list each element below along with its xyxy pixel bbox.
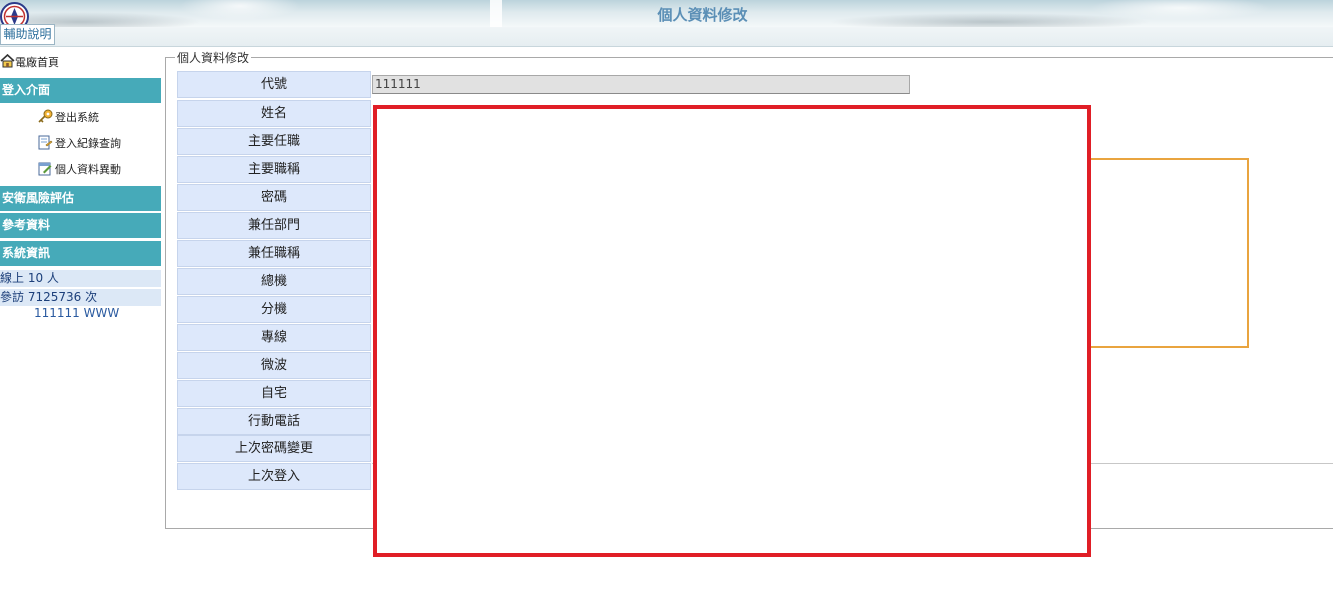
label-direct-line: 專線 (177, 324, 371, 351)
label-last-password-change: 上次密碼變更 (177, 435, 371, 462)
label-mobile: 行動電話 (177, 408, 371, 435)
sidebar-item-label: 登入紀錄查詢 (55, 137, 121, 150)
label-home-phone: 自宅 (177, 380, 371, 407)
sidebar-section-login[interactable]: 登入介面 (0, 78, 161, 103)
header-banner: 個人資料修改 (0, 0, 1333, 27)
redaction-box (373, 105, 1091, 557)
sidebar-item-label: 個人資料異動 (55, 163, 121, 176)
toolbar (0, 27, 1333, 47)
key-icon (37, 109, 53, 124)
sidebar-section-system[interactable]: 系統資訊 (0, 241, 161, 266)
home-icon (0, 53, 15, 68)
home-link[interactable]: 電廠首頁 (0, 53, 59, 70)
label-switchboard: 總機 (177, 268, 371, 295)
log-icon (37, 135, 53, 150)
current-user: 111111 WWW (34, 306, 120, 320)
label-password: 密碼 (177, 184, 371, 211)
help-button[interactable]: 輔助說明 (0, 24, 55, 45)
fieldset-legend: 個人資料修改 (175, 49, 252, 66)
label-main-title: 主要職稱 (177, 156, 371, 183)
sidebar-item-profile-edit[interactable]: 個人資料異動 (37, 161, 121, 179)
label-name: 姓名 (177, 100, 371, 127)
label-main-dept: 主要任職 (177, 128, 371, 155)
highlight-box-orange (1089, 158, 1249, 348)
sidebar-section-risk[interactable]: 安衛風險評估 (0, 186, 161, 211)
label-second-dept: 兼任部門 (177, 212, 371, 239)
online-count: 線上 10 人 (0, 270, 161, 287)
sidebar-item-logout[interactable]: 登出系統 (37, 109, 99, 127)
label-second-title: 兼任職稱 (177, 240, 371, 267)
sidebar-section-reference[interactable]: 參考資料 (0, 213, 161, 238)
label-microwave: 微波 (177, 352, 371, 379)
edit-icon (37, 161, 53, 176)
page-title: 個人資料修改 (657, 6, 748, 24)
visit-count: 參訪 7125736 次 (0, 289, 161, 306)
label-extension: 分機 (177, 296, 371, 323)
home-link-label: 電廠首頁 (15, 56, 59, 69)
label-last-login: 上次登入 (177, 463, 371, 490)
sidebar-item-label: 登出系統 (55, 111, 99, 124)
sidebar-item-login-log[interactable]: 登入紀錄查詢 (37, 135, 121, 153)
code-field[interactable]: 111111 (372, 75, 910, 94)
label-code: 代號 (177, 71, 371, 98)
